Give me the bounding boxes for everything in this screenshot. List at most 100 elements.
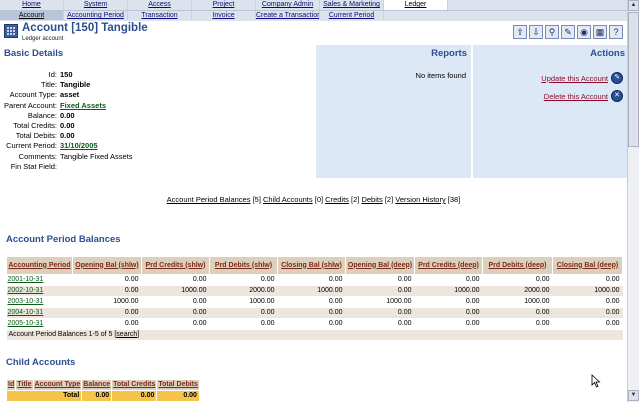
table-footer-cell: Account Period Balances 1-5 of 5 [search… [6, 329, 623, 341]
edit-icon[interactable]: ✎ [561, 25, 575, 39]
column-header[interactable]: Closing Bal (deep) [552, 256, 623, 275]
column-header[interactable]: Prd Credits (shlw) [141, 256, 210, 275]
footer-search-link[interactable]: search [116, 331, 137, 338]
nav-accounting-period[interactable]: Accounting Period [64, 11, 128, 20]
table-cell: 0.00 [141, 296, 210, 308]
toolbar: ⇧ ⇩ ⚲ ✎ ◉ ▦ ? [513, 25, 623, 39]
down-arrow-icon[interactable]: ⇩ [529, 25, 543, 39]
detail-label: Balance: [27, 110, 57, 120]
grid-app-icon [4, 24, 18, 38]
related-count: [2] [351, 195, 360, 204]
nav-sales-marketing[interactable]: Sales & Marketing [320, 0, 384, 10]
column-header[interactable]: Title [15, 379, 34, 391]
nav-ledger[interactable]: Ledger [384, 0, 448, 10]
detail-label: Total Credits: [13, 120, 57, 130]
detail-row: Comments: Tangible Fixed Assets [0, 152, 133, 162]
update-account-link[interactable]: Update this Account [541, 74, 608, 83]
detail-label: Current Period: [6, 141, 57, 151]
delete-account-link[interactable]: Delete this Account [544, 92, 608, 101]
related-link[interactable]: Credits [325, 195, 349, 204]
table-cell: 0.00 [414, 307, 483, 319]
detail-row: Account Type: asset [0, 90, 133, 100]
child-accounts-title: Child Accounts [6, 357, 76, 368]
detail-row: Balance: 0.00 [0, 111, 133, 121]
related-link[interactable]: Account Period Balances [167, 195, 251, 204]
detail-value: 0.00 [60, 120, 75, 130]
column-header[interactable]: Prd Debits (shlw) [209, 256, 278, 275]
top-navigation: Home System Access Project Company Admin… [0, 0, 627, 21]
detail-value: 150 [60, 70, 73, 79]
view-icon[interactable]: ◉ [577, 25, 591, 39]
period-link[interactable]: 2001-10-31 [6, 274, 73, 286]
detail-value: Tangible [60, 80, 91, 90]
child-total-balance: 0.00 [81, 390, 113, 402]
period-link[interactable]: 2003-10-31 [6, 296, 73, 308]
table-cell: 0.00 [72, 285, 142, 297]
table-row: 2001-10-31 0.00 0.00 0.00 0.00 0.00 0.00 0.00 0.… [6, 274, 623, 286]
scroll-thumb[interactable] [628, 12, 639, 147]
detail-row: Id: 150 [0, 70, 133, 80]
column-header[interactable]: Opening Bal (shlw) [72, 256, 142, 275]
update-icon[interactable]: ✎ [611, 72, 623, 84]
layers-icon[interactable]: ▦ [593, 25, 607, 39]
period-link[interactable]: 2004-10-31 [6, 307, 73, 319]
nav-company-admin[interactable]: Company Admin [256, 0, 320, 10]
column-header[interactable]: Total Credits [111, 379, 158, 391]
delete-account-action[interactable]: Delete this Account ✕ [544, 90, 623, 102]
detail-value: Tangible Fixed Assets [60, 151, 133, 161]
search-icon[interactable]: ⚲ [545, 25, 559, 39]
column-header[interactable]: Balance [81, 379, 113, 391]
table-cell: 0.00 [345, 307, 415, 319]
nav-invoice[interactable]: Invoice [192, 11, 256, 20]
table-cell: 0.00 [552, 296, 623, 308]
vertical-scrollbar[interactable]: ▲ ▼ [627, 0, 639, 402]
scroll-up-icon[interactable]: ▲ [628, 0, 639, 11]
nav-account[interactable]: Account [0, 11, 64, 20]
help-icon[interactable]: ? [609, 25, 623, 39]
related-link[interactable]: Version History [395, 195, 445, 204]
table-cell: 0.00 [414, 274, 483, 286]
nav-system[interactable]: System [64, 0, 128, 10]
up-arrow-icon[interactable]: ⇧ [513, 25, 527, 39]
period-link[interactable]: 2005-10-31 [6, 318, 73, 330]
period-link[interactable]: 2002-10-31 [6, 285, 73, 297]
title-bar: Account [150] Tangible Ledger account ⇧ … [0, 21, 627, 45]
table-cell: 0.00 [482, 318, 553, 330]
nav-transaction[interactable]: Transaction [128, 11, 192, 20]
column-header[interactable]: Prd Credits (deep) [414, 256, 483, 275]
related-links: Account Period Balances [5] Child Accoun… [0, 195, 627, 204]
column-header[interactable]: Closing Bal (shlw) [277, 256, 346, 275]
column-header[interactable]: Prd Debits (deep) [482, 256, 553, 275]
scroll-down-icon[interactable]: ▼ [628, 390, 639, 401]
nav-project[interactable]: Project [192, 0, 256, 10]
table-cell: 0.00 [482, 274, 553, 286]
related-link[interactable]: Debits [361, 195, 382, 204]
actions-panel: Actions Update this Account ✎ Delete thi… [473, 45, 627, 178]
detail-value: Fixed Assets [60, 101, 106, 111]
table-cell: 0.00 [72, 307, 142, 319]
detail-label: Total Debits: [15, 131, 57, 141]
column-header[interactable]: Total Debits [156, 379, 200, 391]
column-header[interactable]: Id [5, 379, 17, 391]
footer-text: Account Period Balances 1-5 of 5 [8, 331, 113, 338]
delete-icon[interactable]: ✕ [611, 90, 623, 102]
table-cell: 0.00 [209, 307, 278, 319]
nav-create-transaction[interactable]: Create a Transaction [256, 11, 320, 20]
detail-value: 0.00 [60, 131, 75, 141]
nav-home[interactable]: Home [0, 0, 64, 10]
detail-value-link[interactable]: Fixed Assets [60, 101, 106, 110]
detail-label: Id: [48, 70, 57, 79]
related-link[interactable]: Child Accounts [263, 195, 313, 204]
column-header[interactable]: Account Type [32, 379, 83, 391]
basic-details-panel: Basic Details Id: 150 Title: Tangible Accoun… [0, 45, 313, 178]
detail-value-link[interactable]: 31/10/2005 [60, 141, 98, 150]
actions-title: Actions [590, 48, 625, 59]
nav-current-period[interactable]: Current Period [320, 11, 384, 20]
detail-value: 31/10/2005 [60, 141, 98, 151]
column-header[interactable]: Opening Bal (deep) [345, 256, 415, 275]
nav-access[interactable]: Access [128, 0, 192, 10]
column-header[interactable]: Accounting Period [6, 256, 73, 275]
detail-row: Total Credits: 0.00 [0, 121, 133, 131]
update-account-action[interactable]: Update this Account ✎ [541, 72, 623, 84]
table-cell: 0.00 [277, 274, 346, 286]
